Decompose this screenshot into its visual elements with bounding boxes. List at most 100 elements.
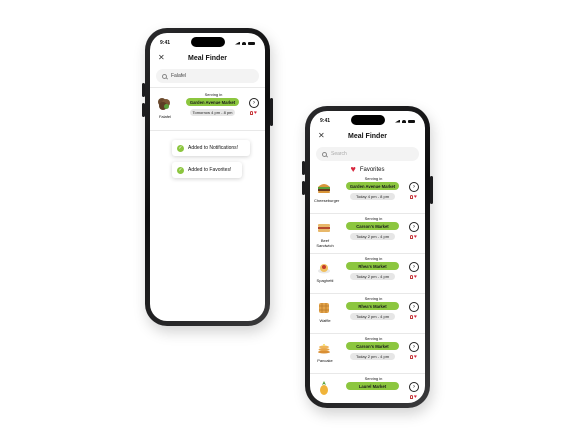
toast-text: Added to Notifications! — [188, 145, 239, 151]
list-item[interactable]: Serving in Laurel Market › ♥ — [314, 376, 421, 403]
serving-label: Serving in — [204, 92, 223, 97]
close-icon[interactable]: ✕ — [318, 132, 325, 140]
row-actions: ♥ — [410, 275, 418, 280]
dynamic-island — [350, 115, 385, 125]
list-item[interactable]: Pancake Serving in Carson's Market Today 2 … — [314, 336, 421, 372]
heart-icon[interactable]: ♥ — [254, 111, 258, 116]
bell-icon[interactable] — [410, 235, 413, 239]
market-pill[interactable]: Rhea's Market — [346, 262, 399, 270]
bell-icon[interactable] — [410, 315, 413, 319]
bell-icon[interactable] — [410, 195, 413, 199]
status-icons — [235, 41, 255, 45]
time-pill: Tomorrow 4 pm - 8 pm — [190, 109, 235, 116]
bell-icon[interactable] — [410, 355, 413, 359]
serving-label: Serving in — [364, 296, 383, 301]
wifi-icon — [402, 119, 406, 123]
screen: 9:41 ✕ Meal Finder Search ♥ Favorites Ch… — [310, 111, 425, 403]
food-name: Pancake — [317, 358, 333, 363]
chevron-right-icon[interactable]: › — [249, 98, 259, 108]
chevron-right-icon[interactable]: › — [409, 342, 419, 352]
volume-button — [142, 103, 145, 117]
toast-favorites: ✓ Added to Favorites! — [172, 162, 242, 178]
row-actions: ♥ — [410, 195, 418, 200]
close-icon[interactable]: ✕ — [158, 54, 165, 62]
market-pill[interactable]: Garden Avenue Market — [346, 182, 399, 190]
time-pill: Today 2 pm - 4 pm — [350, 313, 395, 320]
market-pill[interactable]: Carson's Market — [346, 342, 399, 350]
app-header: ✕ Meal Finder — [150, 51, 265, 65]
market-pill[interactable]: Garden Avenue Market — [186, 98, 239, 106]
signal-icon — [235, 41, 240, 45]
divider — [310, 293, 425, 294]
page-title: Meal Finder — [188, 54, 227, 62]
food-name: Waffle — [319, 318, 331, 323]
check-icon: ✓ — [177, 144, 184, 152]
heart-icon[interactable]: ♥ — [414, 315, 418, 320]
search-placeholder: Search — [331, 151, 347, 157]
check-icon: ✓ — [177, 166, 184, 174]
market-pill[interactable]: Laurel Market — [346, 382, 399, 390]
battery-icon — [408, 119, 415, 123]
time-pill: Today 2 pm - 4 pm — [350, 353, 395, 360]
row-actions: ♥ — [410, 395, 418, 400]
toast-notifications: ✓ Added to Notifications! — [172, 140, 250, 156]
chevron-right-icon[interactable]: › — [409, 302, 419, 312]
serving-label: Serving in — [364, 176, 383, 181]
serving-label: Serving in — [364, 376, 383, 381]
app-header: ✕ Meal Finder — [310, 129, 425, 143]
toast-text: Added to Favorites! — [188, 167, 232, 173]
dynamic-island — [190, 37, 225, 47]
wifi-icon — [242, 41, 246, 45]
bell-icon[interactable] — [410, 275, 413, 279]
serving-label: Serving in — [364, 336, 383, 341]
divider — [310, 253, 425, 254]
favorites-title: Favorites — [359, 166, 385, 173]
heart-icon[interactable]: ♥ — [414, 355, 418, 360]
list-item[interactable]: Cheeseburger Serving in Garden Avenue Mark… — [314, 176, 421, 212]
food-name: Falafel — [158, 114, 171, 119]
divider — [310, 373, 425, 374]
volume-button — [302, 181, 305, 195]
chevron-right-icon[interactable]: › — [409, 222, 419, 232]
heart-icon[interactable]: ♥ — [414, 395, 418, 400]
list-item[interactable]: Spaghetti Serving in Rhea's Market Today 2 … — [314, 256, 421, 292]
bell-icon[interactable] — [410, 395, 413, 399]
market-pill[interactable]: Rhea's Market — [346, 302, 399, 310]
favorites-list: Cheeseburger Serving in Garden Avenue Mark… — [310, 176, 425, 403]
sandwich-icon — [316, 220, 332, 236]
divider — [150, 130, 265, 131]
screen: 9:41 ✕ Meal Finder Falafel Falafel Servi… — [150, 33, 265, 321]
divider — [310, 213, 425, 214]
divider — [150, 87, 265, 88]
time-pill: Today 2 pm - 4 pm — [350, 273, 395, 280]
phone-right: 9:41 ✕ Meal Finder Search ♥ Favorites Ch… — [302, 106, 433, 408]
search-icon — [322, 151, 327, 157]
heart-icon[interactable]: ♥ — [414, 235, 418, 240]
search-input[interactable]: Search — [316, 147, 419, 161]
chevron-right-icon[interactable]: › — [409, 262, 419, 272]
spaghetti-icon — [316, 260, 332, 276]
result-row[interactable]: Falafel Serving in Garden Avenue Market … — [154, 92, 261, 126]
chevron-right-icon[interactable]: › — [409, 382, 419, 392]
status-time: 9:41 — [320, 118, 331, 124]
signal-icon — [395, 119, 400, 123]
divider — [310, 333, 425, 334]
phone-left: 9:41 ✕ Meal Finder Falafel Falafel Servi… — [142, 28, 273, 326]
heart-icon[interactable]: ♥ — [414, 195, 418, 200]
side-button — [430, 176, 433, 204]
heart-icon: ♥ — [350, 164, 356, 174]
search-input[interactable]: Falafel — [156, 69, 259, 83]
bell-icon[interactable] — [250, 111, 253, 115]
heart-icon[interactable]: ♥ — [414, 275, 418, 280]
row-actions: ♥ — [410, 355, 418, 360]
list-item[interactable]: Waffle Serving in Rhea's Market Today 2 pm … — [314, 296, 421, 332]
time-pill: Today 2 pm - 4 pm — [350, 233, 395, 240]
pineapple-icon — [316, 380, 332, 396]
list-item[interactable]: Beef Sandwich Serving in Carson's Market To… — [314, 216, 421, 252]
page-title: Meal Finder — [348, 132, 387, 140]
market-pill[interactable]: Carson's Market — [346, 222, 399, 230]
chevron-right-icon[interactable]: › — [409, 182, 419, 192]
pancake-icon — [316, 340, 332, 356]
falafel-icon — [156, 96, 172, 112]
row-actions: ♥ — [410, 235, 418, 240]
